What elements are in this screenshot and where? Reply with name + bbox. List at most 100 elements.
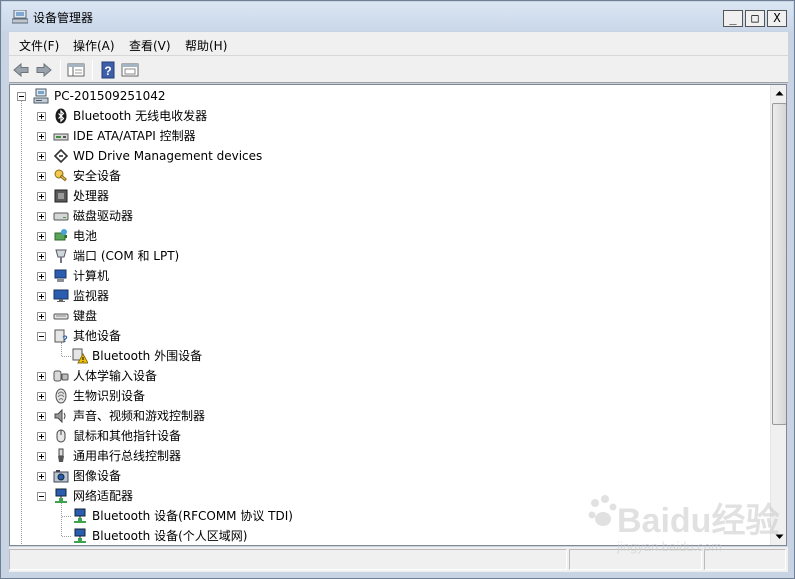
minimize-button[interactable]: _	[723, 10, 743, 27]
tree-category-item[interactable]: 磁盘驱动器	[10, 206, 760, 226]
collapse-toggle[interactable]	[37, 492, 46, 501]
forward-button[interactable]	[34, 60, 54, 80]
tree-category-item[interactable]: 生物识别设备	[10, 386, 760, 406]
network-adapter-icon	[55, 488, 67, 503]
expand-toggle[interactable]	[37, 412, 46, 421]
tree-item-label: WD Drive Management devices	[73, 149, 263, 163]
tree-item-label: Bluetooth 无线电收发器	[73, 109, 208, 123]
back-button[interactable]	[11, 60, 31, 80]
battery-icon	[54, 229, 67, 241]
arrow-right-icon	[36, 62, 52, 78]
tree-category-item[interactable]: 处理器	[10, 186, 760, 206]
menu-help[interactable]: 帮助(H)	[185, 37, 227, 54]
network-adapter-icon	[74, 528, 86, 543]
expand-toggle[interactable]	[37, 312, 46, 321]
watermark-main-text: Baidu经验	[617, 502, 780, 540]
expand-toggle[interactable]	[37, 172, 46, 181]
window-title: 设备管理器	[33, 11, 94, 25]
disk-drive-icon	[53, 212, 69, 221]
tree-child-item[interactable]: Bluetooth 外围设备	[10, 346, 760, 366]
tree-root[interactable]: PC-201509251042	[10, 86, 760, 106]
tree-category-item[interactable]: 人体学输入设备	[10, 366, 760, 386]
tree-item-label: IDE ATA/ATAPI 控制器	[73, 129, 196, 143]
scroll-thumb[interactable]	[772, 103, 786, 425]
menu-action[interactable]: 操作(A)	[73, 37, 115, 54]
title-bar[interactable]: 设备管理器 _ □ X	[2, 2, 793, 31]
collapse-toggle[interactable]	[37, 332, 46, 341]
tree-category-item[interactable]: 安全设备	[10, 166, 760, 186]
expand-toggle[interactable]	[37, 112, 46, 121]
ide-controller-icon	[53, 133, 69, 141]
imaging-device-icon	[53, 470, 69, 483]
tree-category-item[interactable]: 电池	[10, 226, 760, 246]
tree-item-label: 磁盘驱动器	[73, 209, 134, 223]
tree-category-item[interactable]: 监视器	[10, 286, 760, 306]
menu-view[interactable]: 查看(V)	[129, 37, 171, 54]
close-button[interactable]: X	[767, 10, 787, 27]
hid-icon	[53, 370, 69, 382]
arrow-up-icon	[775, 91, 784, 96]
baidu-paw-icon	[588, 495, 617, 526]
device-manager-window: 设备管理器 _ □ X 文件(F) 操作(A) 查看(V) 帮助(H) ? PC…	[0, 0, 795, 579]
help-button[interactable]: ?	[98, 60, 118, 80]
toolbar: ?	[9, 56, 788, 83]
properties-button[interactable]	[120, 60, 140, 80]
wd-device-icon	[53, 148, 69, 164]
tree-item-label: 人体学输入设备	[73, 369, 158, 383]
bluetooth-icon	[55, 108, 67, 124]
show-hide-console-tree-button[interactable]	[66, 60, 86, 80]
port-icon	[55, 249, 67, 263]
tree-category-item[interactable]: 图像设备	[10, 466, 760, 486]
tree-category-item[interactable]: WD Drive Management devices	[10, 146, 760, 166]
tree-category-item[interactable]: Bluetooth 无线电收发器	[10, 106, 760, 126]
menu-bar: 文件(F) 操作(A) 查看(V) 帮助(H)	[9, 32, 788, 56]
device-manager-icon	[12, 10, 28, 24]
tree-item-label: 鼠标和其他指针设备	[73, 429, 182, 443]
expand-toggle[interactable]	[37, 452, 46, 461]
keyboard-icon	[53, 313, 69, 320]
expand-toggle[interactable]	[37, 192, 46, 201]
tree-category-item[interactable]: 端口 (COM 和 LPT)	[10, 246, 760, 266]
warning-device-icon	[72, 348, 88, 364]
tree-category-item[interactable]: 通用串行总线控制器	[10, 446, 760, 466]
watermark-sub-text: jingyan.baidu.com	[617, 539, 722, 554]
svg-text:?: ?	[62, 334, 68, 344]
console-tree-icon	[67, 63, 85, 77]
expand-toggle[interactable]	[37, 152, 46, 161]
expand-toggle[interactable]	[37, 252, 46, 261]
mouse-icon	[56, 429, 66, 443]
tree-category-item[interactable]: 计算机	[10, 266, 760, 286]
unknown-device-icon: ?	[54, 329, 68, 344]
expand-toggle[interactable]	[37, 292, 46, 301]
expand-toggle[interactable]	[37, 472, 46, 481]
usb-icon	[58, 448, 64, 462]
expand-toggle[interactable]	[37, 232, 46, 241]
expand-toggle[interactable]	[37, 132, 46, 141]
collapse-toggle[interactable]	[17, 92, 26, 101]
computer-root-icon	[33, 88, 49, 104]
biometric-icon	[55, 388, 67, 404]
scroll-up-button[interactable]	[771, 85, 787, 102]
tree-item-label: 声音、视频和游戏控制器	[73, 409, 206, 423]
tree-item-label: 图像设备	[73, 469, 122, 483]
vertical-scrollbar[interactable]	[770, 85, 787, 545]
expand-toggle[interactable]	[37, 212, 46, 221]
tree-item-label: 通用串行总线控制器	[73, 449, 182, 463]
expand-toggle[interactable]	[37, 432, 46, 441]
tree-category-item[interactable]: 鼠标和其他指针设备	[10, 426, 760, 446]
tree-item-label: 电池	[73, 229, 98, 243]
tree-category-item[interactable]: 声音、视频和游戏控制器	[10, 406, 760, 426]
tree-item-label: 其他设备	[73, 329, 122, 343]
menu-file[interactable]: 文件(F)	[19, 37, 59, 54]
maximize-button[interactable]: □	[745, 10, 765, 27]
tree-category-item[interactable]: IDE ATA/ATAPI 控制器	[10, 126, 760, 146]
tree-category-item[interactable]: 键盘	[10, 306, 760, 326]
processor-icon	[54, 189, 68, 203]
device-tree[interactable]: PC-201509251042 Bluetooth 无线电收发器 IDE ATA/…	[9, 84, 787, 546]
expand-toggle[interactable]	[37, 372, 46, 381]
status-pane-main	[9, 549, 567, 570]
arrow-left-icon	[13, 62, 29, 78]
expand-toggle[interactable]	[37, 392, 46, 401]
tree-category-item[interactable]: ? 其他设备	[10, 326, 760, 346]
expand-toggle[interactable]	[37, 272, 46, 281]
